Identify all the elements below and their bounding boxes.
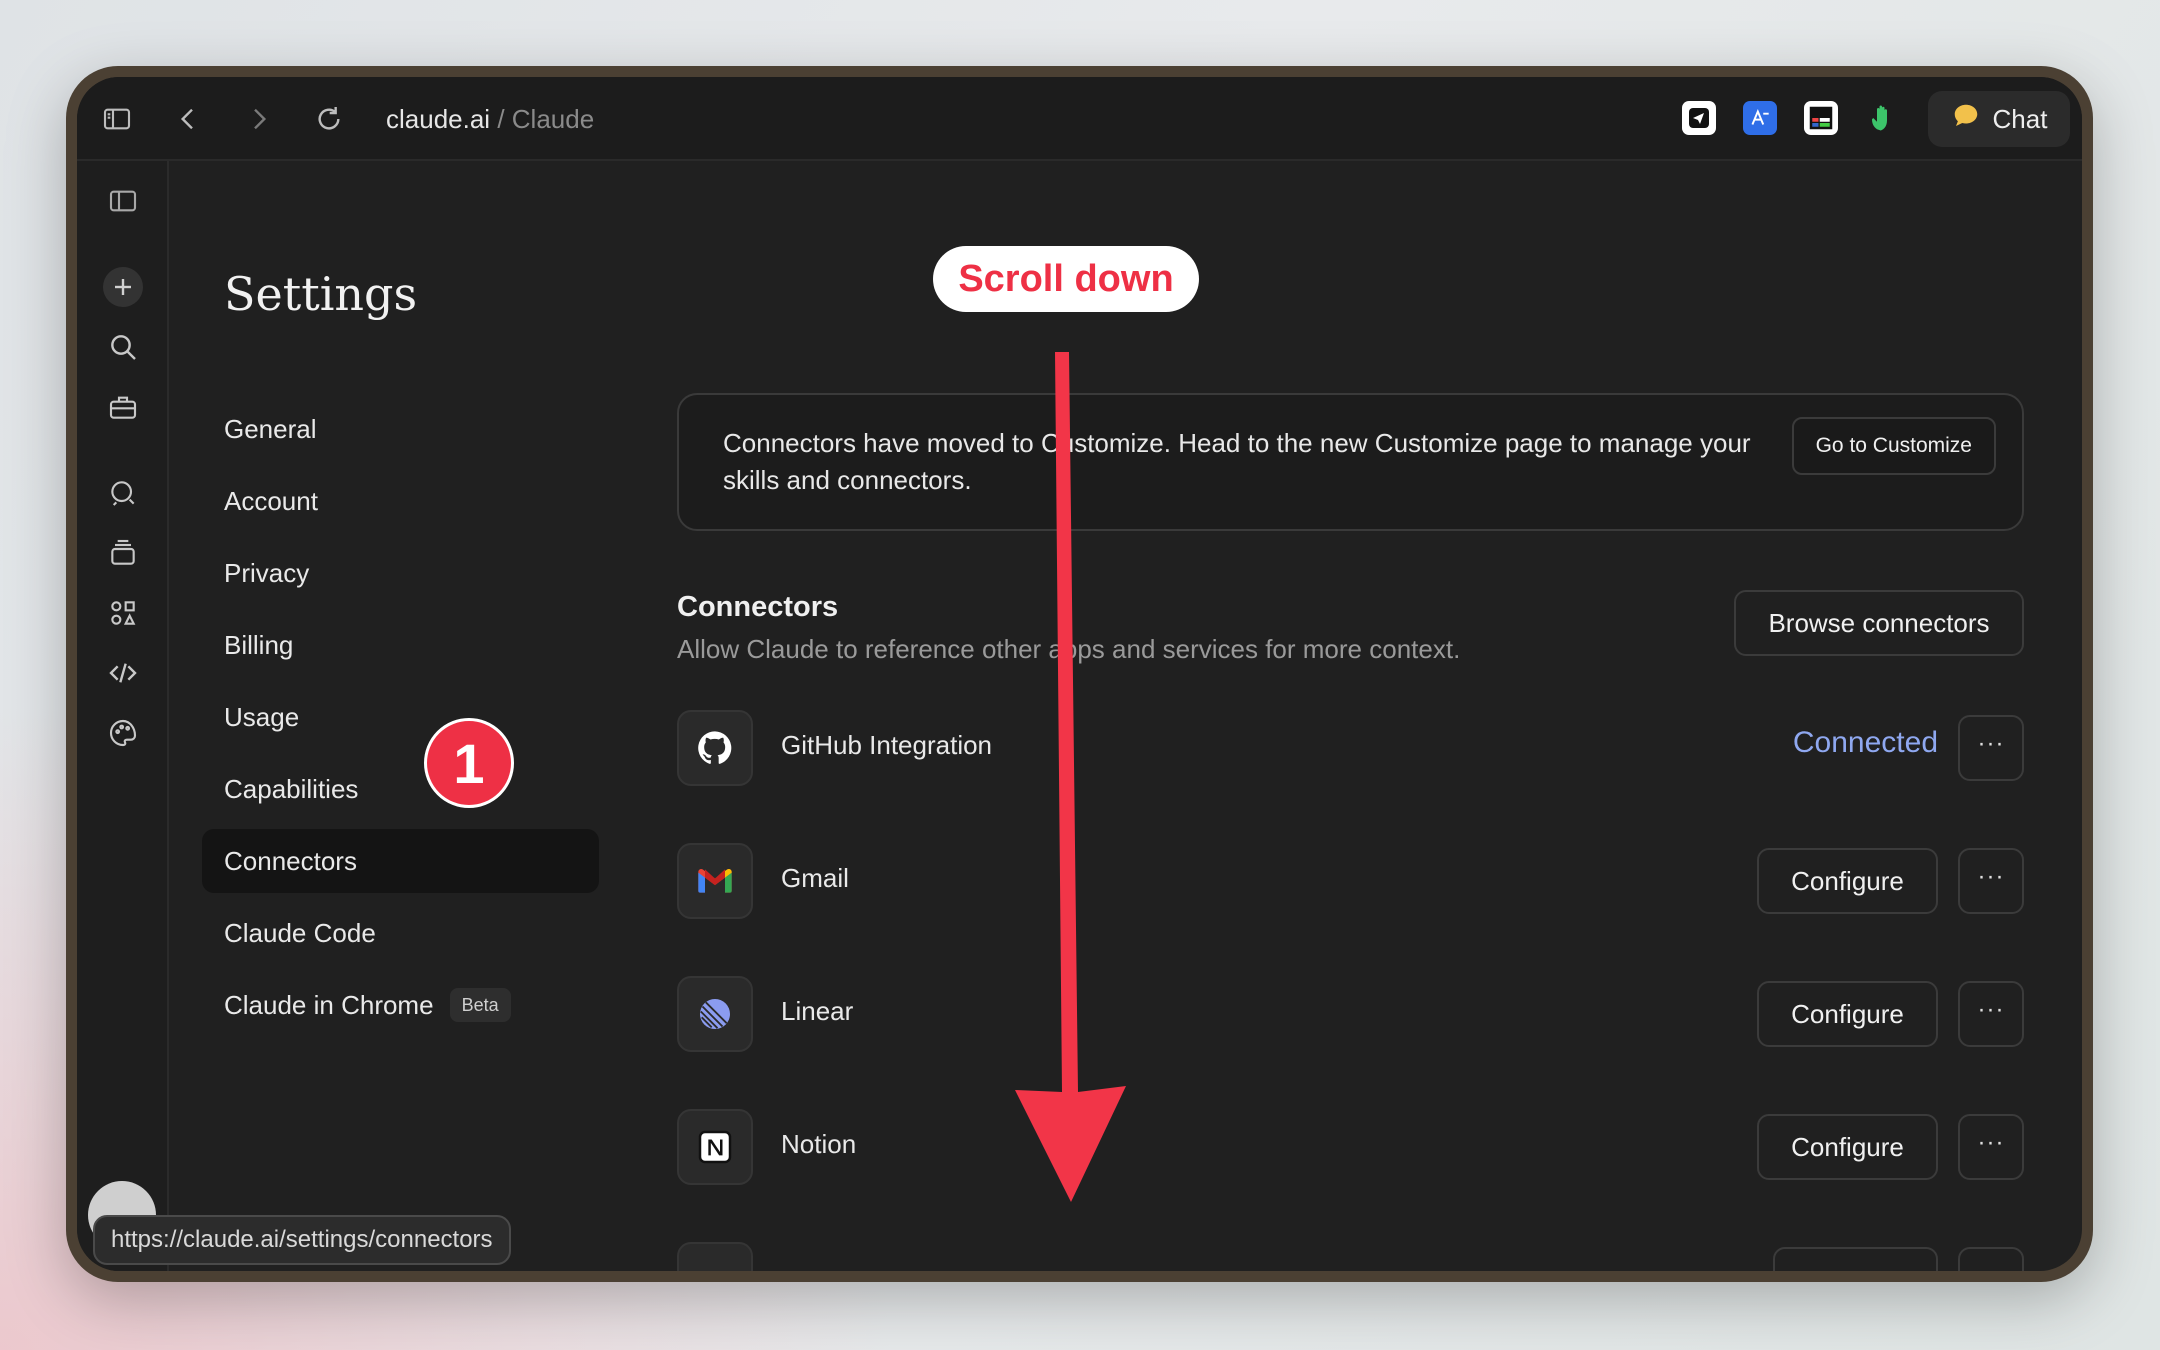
chat-button[interactable]: Chat <box>1928 91 2070 147</box>
notice-text: Connectors have moved to Customize. Head… <box>723 428 1751 495</box>
panel-toggle-icon[interactable] <box>103 181 143 221</box>
nav-item-capabilities[interactable]: Capabilities <box>202 757 599 821</box>
connector-name: GitHub Integration <box>781 730 993 760</box>
go-to-customize-button[interactable]: Go to Customize <box>1791 417 1996 475</box>
linear-icon <box>677 976 753 1052</box>
more-options-button[interactable]: ··· <box>1958 715 2024 781</box>
connector-name: Notion <box>781 1129 857 1159</box>
nav-item-label: Connectors <box>224 846 357 876</box>
configure-button[interactable]: Configure <box>1757 1114 1938 1180</box>
nav-item-claude-in-chrome[interactable]: Claude in Chrome Beta <box>202 973 599 1037</box>
connector-row-gmail: Gmail Configure ··· <box>677 843 2024 919</box>
browser-toolbar: claude.ai / Claude Chat <box>77 77 2082 161</box>
nav-item-connectors[interactable]: Connectors <box>202 829 599 893</box>
new-chat-icon[interactable] <box>103 267 143 307</box>
send-extension-icon[interactable] <box>1682 101 1716 135</box>
scroll-down-callout: Scroll down <box>933 246 1199 312</box>
more-options-button[interactable]: ··· <box>1958 981 2024 1047</box>
github-icon <box>677 710 753 786</box>
url-domain: claude.ai <box>386 104 491 134</box>
connected-status: Connected <box>1792 726 1938 759</box>
toolbox-icon[interactable] <box>103 387 143 427</box>
search-icon[interactable] <box>103 327 143 367</box>
url-site-name: Claude <box>511 104 595 134</box>
connector-row-notion: Notion Configure ··· <box>677 1109 2024 1185</box>
nav-item-label: Claude in Chrome <box>224 990 434 1020</box>
settings-nav: General Account Privacy Billing Usage Ca… <box>202 397 599 1045</box>
nav-item-billing[interactable]: Billing <box>202 613 599 677</box>
chats-icon[interactable] <box>103 473 143 513</box>
connector-row-partial <box>677 1242 2024 1271</box>
app-sidebar-rail <box>77 161 169 1271</box>
nav-item-label: Claude Code <box>224 918 376 948</box>
customize-notice: Connectors have moved to Customize. Head… <box>677 393 2024 531</box>
beta-badge: Beta <box>449 988 511 1022</box>
step-number-badge: 1 <box>424 718 514 808</box>
nav-item-label: Billing <box>224 630 294 660</box>
design-extension-icon[interactable] <box>1804 101 1838 135</box>
code-icon[interactable] <box>103 653 143 693</box>
address-bar[interactable]: claude.ai / Claude <box>386 95 594 143</box>
configure-button[interactable]: Configure <box>1757 981 1938 1047</box>
translate-extension-icon[interactable] <box>1743 101 1777 135</box>
nav-item-label: Privacy <box>224 558 310 588</box>
connector-row-github: GitHub Integration Connected ··· <box>677 710 2024 786</box>
forward-icon[interactable] <box>239 99 279 139</box>
nav-item-privacy[interactable]: Privacy <box>202 541 599 605</box>
chat-button-label: Chat <box>1992 103 2048 134</box>
connectors-heading: Connectors <box>677 591 839 623</box>
sidebar-toggle-icon[interactable] <box>97 99 137 139</box>
back-icon[interactable] <box>168 99 208 139</box>
reload-icon[interactable] <box>309 99 349 139</box>
more-options-button[interactable]: ··· <box>1958 1114 2024 1180</box>
connector-name: Gmail <box>781 863 849 893</box>
artifacts-icon[interactable] <box>103 593 143 633</box>
connector-logo <box>677 1242 753 1271</box>
configure-button[interactable]: Configure <box>1757 848 1938 914</box>
nav-item-general[interactable]: General <box>202 397 599 461</box>
nav-item-label: Usage <box>224 702 300 732</box>
connector-row-linear: Linear Configure ··· <box>677 976 2024 1052</box>
nav-item-usage[interactable]: Usage <box>202 685 599 749</box>
gmail-icon <box>677 843 753 919</box>
connector-name: Linear <box>781 996 854 1026</box>
browse-connectors-button[interactable]: Browse connectors <box>1734 590 2024 656</box>
nav-item-label: Account <box>224 486 318 516</box>
notion-icon <box>677 1109 753 1185</box>
configure-button[interactable] <box>1773 1247 1938 1271</box>
hand-extension-icon[interactable] <box>1865 101 1899 135</box>
palette-icon[interactable] <box>103 713 143 753</box>
chat-bubble-icon <box>1951 101 1981 138</box>
projects-icon[interactable] <box>103 533 143 573</box>
url-separator: / <box>497 104 505 134</box>
more-options-button[interactable]: ··· <box>1958 848 2024 914</box>
nav-item-label: Capabilities <box>224 774 359 804</box>
link-status-bar: https://claude.ai/settings/connectors <box>93 1215 511 1265</box>
nav-item-account[interactable]: Account <box>202 469 599 533</box>
connectors-description: Allow Claude to reference other apps and… <box>677 634 1461 664</box>
more-options-button[interactable] <box>1958 1247 2024 1271</box>
page-title: Settings <box>224 267 418 321</box>
nav-item-label: General <box>224 414 317 444</box>
nav-item-claude-code[interactable]: Claude Code <box>202 901 599 965</box>
